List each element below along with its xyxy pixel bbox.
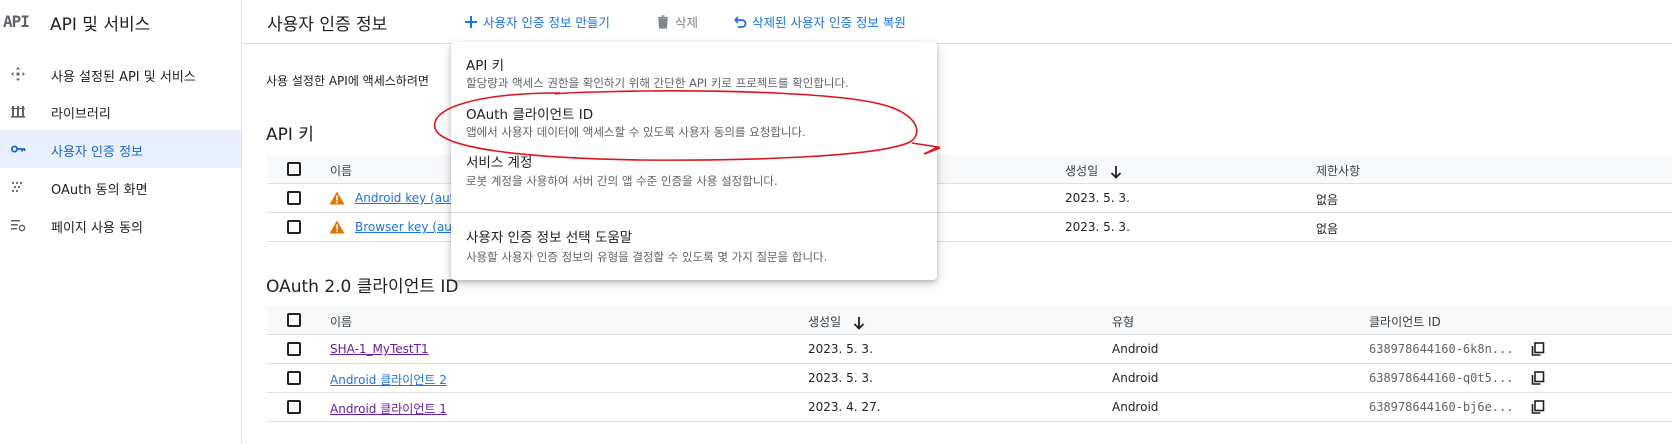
menu-item-oauth-client-id[interactable]: OAuth 클라이언트 ID 앱에서 사용자 데이터에 액세스할 수 있도록 사… (451, 92, 937, 142)
column-header-created[interactable]: 생성일 (1065, 162, 1122, 179)
oauth-client-id: 638978644160-bj6e... (1369, 400, 1514, 414)
column-header-name: 이름 (330, 315, 353, 329)
sidebar-item-label: 사용 설정된 API 및 서비스 (51, 70, 196, 85)
page-title: 사용자 인증 정보 (267, 15, 388, 35)
restore-deleted-label: 삭제된 사용자 인증 정보 복원 (752, 15, 906, 30)
copy-icon[interactable] (1531, 371, 1545, 385)
oauth-clients-table: 이름 생성일 유형 클라이언트 ID SHA-1_MyTestT1 2023. … (267, 306, 1672, 426)
oauth-client-type: Android (1112, 371, 1159, 385)
page-header: 사용자 인증 정보 사용자 인증 정보 만들기 삭제 삭제된 사용자 인증 정보… (243, 0, 1672, 44)
table-header: 이름 생성일 유형 클라이언트 ID (267, 306, 1672, 335)
row-checkbox[interactable] (287, 400, 301, 414)
sidebar-header: API API 및 서비스 (0, 0, 242, 44)
menu-item-description: 할당량과 액세스 권한을 확인하기 위해 간단한 API 키로 프로젝트를 확인… (466, 76, 849, 90)
sidebar-item-page-usage[interactable]: 페이지 사용 동의 (0, 206, 241, 244)
consent-screen-icon (11, 181, 23, 193)
column-header-name: 이름 (330, 164, 353, 178)
table-row: Android 클라이언트 1 2023. 4. 27. Android 638… (267, 393, 1672, 422)
sort-down-icon (1110, 165, 1122, 179)
create-credentials-button[interactable]: 사용자 인증 정보 만들기 (463, 12, 610, 31)
oauth-client-id: 638978644160-6k8n... (1369, 342, 1514, 356)
key-icon (11, 145, 26, 153)
oauth-client-name-link[interactable]: SHA-1_MyTestT1 (330, 342, 429, 356)
oauth-client-created: 2023. 4. 27. (808, 400, 881, 414)
menu-item-service-account[interactable]: 서비스 계정 로봇 계정을 사용하여 서버 간의 앱 수준 인증을 사용 설정합… (451, 142, 937, 194)
api-keys-section-title: API 키 (266, 125, 314, 145)
sidebar-item-label: 사용자 인증 정보 (51, 145, 143, 160)
trash-icon (658, 14, 668, 29)
sidebar-title: API 및 서비스 (50, 15, 151, 35)
menu-item-description: 로봇 계정을 사용하여 서버 간의 앱 수준 인증을 사용 설정합니다. (466, 174, 778, 188)
sidebar-item-enabled-apis[interactable]: 사용 설정된 API 및 서비스 (0, 55, 241, 93)
sidebar-item-credentials[interactable]: 사용자 인증 정보 (0, 130, 241, 168)
row-checkbox[interactable] (287, 220, 301, 234)
oauth-client-name-link[interactable]: Android 클라이언트 2 (330, 371, 447, 388)
api-key-name-link[interactable]: Android key (aut (355, 191, 454, 205)
delete-button[interactable]: 삭제 (655, 12, 698, 31)
column-header-created-label: 생성일 (1065, 164, 1099, 178)
oauth-client-created: 2023. 5. 3. (808, 371, 873, 385)
api-key-created: 2023. 5. 3. (1065, 220, 1130, 234)
select-all-checkbox[interactable] (287, 162, 301, 176)
diamond-arrows-icon (11, 67, 25, 81)
menu-item-title: OAuth 클라이언트 ID (466, 107, 594, 123)
sidebar: API API 및 서비스 사용 설정된 API 및 서비스 라이브러리 사용자… (0, 0, 242, 444)
table-row: SHA-1_MyTestT1 2023. 5. 3. Android 63897… (267, 335, 1672, 364)
sidebar-item-label: 페이지 사용 동의 (51, 221, 143, 236)
column-header-created-label: 생성일 (808, 315, 842, 329)
create-credentials-menu: API 키 할당량과 액세스 권한을 확인하기 위해 간단한 API 키로 프로… (451, 42, 937, 280)
plus-icon (465, 15, 477, 28)
menu-divider (451, 212, 937, 213)
copy-icon[interactable] (1531, 342, 1545, 356)
api-key-created: 2023. 5. 3. (1065, 191, 1130, 205)
oauth-client-created: 2023. 5. 3. (808, 342, 873, 356)
menu-item-title: 서비스 계정 (466, 155, 533, 171)
oauth-client-type: Android (1112, 342, 1159, 356)
select-all-checkbox[interactable] (287, 313, 301, 327)
library-icon (11, 106, 25, 118)
page-description: 사용 설정한 API에 액세스하려면 (266, 74, 429, 88)
oauth-client-name-link[interactable]: Android 클라이언트 1 (330, 400, 447, 417)
menu-item-description: 사용할 사용자 인증 정보의 유형을 결정할 수 있도록 몇 가지 질문을 합니… (466, 250, 828, 264)
restore-deleted-button[interactable]: 삭제된 사용자 인증 정보 복원 (732, 12, 906, 31)
api-key-name-link[interactable]: Browser key (aut (355, 220, 457, 234)
menu-item-title: API 키 (466, 58, 505, 74)
api-logo: API (3, 12, 30, 31)
warning-icon (329, 220, 345, 234)
sidebar-item-label: OAuth 동의 화면 (51, 183, 148, 198)
row-checkbox[interactable] (287, 191, 301, 205)
sidebar-item-oauth-consent[interactable]: OAuth 동의 화면 (0, 168, 241, 206)
menu-item-description: 앱에서 사용자 데이터에 액세스할 수 있도록 사용자 동의를 요청합니다. (466, 125, 806, 139)
sort-down-icon (853, 316, 865, 330)
oauth-section-title: OAuth 2.0 클라이언트 ID (266, 277, 459, 297)
row-checkbox[interactable] (287, 342, 301, 356)
oauth-client-id: 638978644160-q0t5... (1369, 371, 1514, 385)
page-usage-icon (11, 220, 26, 232)
column-header-type: 유형 (1112, 315, 1135, 329)
api-key-restrictions: 없음 (1316, 193, 1339, 207)
sidebar-item-label: 라이브러리 (51, 107, 111, 122)
undo-icon (734, 15, 747, 28)
api-key-restrictions: 없음 (1316, 222, 1339, 236)
menu-item-title: 사용자 인증 정보 선택 도움말 (466, 230, 633, 246)
copy-icon[interactable] (1531, 400, 1545, 414)
delete-label: 삭제 (675, 15, 699, 30)
create-credentials-label: 사용자 인증 정보 만들기 (483, 15, 610, 30)
column-header-restrictions: 제한사항 (1316, 164, 1361, 178)
oauth-client-type: Android (1112, 400, 1159, 414)
row-checkbox[interactable] (287, 371, 301, 385)
warning-icon (329, 191, 345, 205)
table-row: Android 클라이언트 2 2023. 5. 3. Android 6389… (267, 364, 1672, 393)
column-header-created[interactable]: 생성일 (808, 313, 865, 330)
sidebar-item-library[interactable]: 라이브러리 (0, 92, 241, 130)
menu-item-api-key[interactable]: API 키 할당량과 액세스 권한을 확인하기 위해 간단한 API 키로 프로… (451, 42, 937, 92)
menu-item-help-me-choose[interactable]: 사용자 인증 정보 선택 도움말 사용할 사용자 인증 정보의 유형을 결정할 … (451, 214, 937, 276)
column-header-client-id: 클라이언트 ID (1369, 315, 1441, 329)
